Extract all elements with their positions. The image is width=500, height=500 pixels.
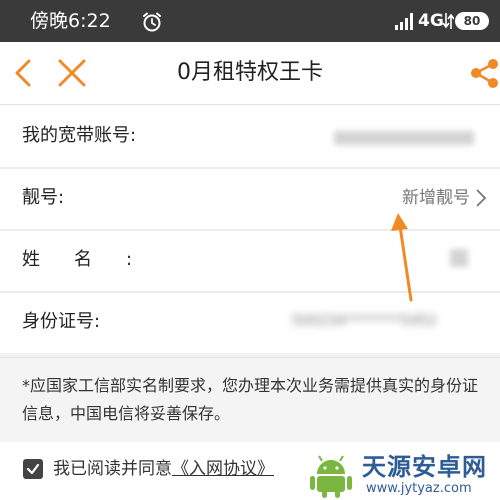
agreement-text: 我已阅读并同意《入网协议》 <box>53 457 274 481</box>
nav-bar: 0月租特权王卡 <box>0 42 500 105</box>
page-title: 0月租特权王卡 <box>177 60 323 85</box>
screen: 傍晚6:22 4G 80 0月租特权王卡 我的宽带账号: 靓号: 新增靓号 姓名… <box>0 0 500 500</box>
share-icon[interactable] <box>466 56 500 90</box>
android-logo-icon <box>310 455 352 498</box>
id-number-value-redacted: 500234********5452 <box>292 313 438 329</box>
account-form: 我的宽带账号: 靓号: 新增靓号 姓名: 身份证号: 500234*******… <box>0 105 500 353</box>
network-type: 4G <box>418 11 444 31</box>
watermark-url: www.jytyaz.com <box>366 481 472 496</box>
notice-text: *应国家工信部实名制要求，您办理本次业务需提供真实的身份证信息，中国电信将妥善保… <box>22 376 479 423</box>
close-icon[interactable] <box>55 56 89 90</box>
network-agreement-link[interactable]: 《入网协议》 <box>172 459 274 479</box>
agreement-prefix: 我已阅读并同意 <box>53 459 172 479</box>
id-number-label: 身份证号: <box>22 311 101 332</box>
status-bar: 傍晚6:22 4G 80 <box>0 0 500 42</box>
status-time: 傍晚6:22 <box>30 10 111 32</box>
pretty-number-row[interactable]: 靓号: 新增靓号 <box>0 167 500 229</box>
name-value-redacted <box>450 249 468 267</box>
watermark: 天源安卓网 www.jytyaz.com <box>300 448 500 500</box>
broadband-account-row: 我的宽带账号: <box>0 105 500 167</box>
signal-icon <box>395 13 413 30</box>
real-name-notice: *应国家工信部实名制要求，您办理本次业务需提供真实的身份证信息，中国电信将妥善保… <box>0 357 500 443</box>
id-number-row: 身份证号: 500234********5452 <box>0 291 500 353</box>
name-label: 姓名: <box>22 249 167 270</box>
pretty-number-label: 靓号: <box>22 187 65 208</box>
chevron-right-icon <box>476 189 487 207</box>
chevron-left-icon[interactable] <box>8 56 42 90</box>
battery-level: 80 <box>463 14 481 28</box>
alarm-clock-icon <box>143 12 161 32</box>
wifi-icon <box>442 13 454 29</box>
battery-indicator: 80 <box>455 12 489 30</box>
broadband-account-label: 我的宽带账号: <box>22 125 137 146</box>
name-row: 姓名: <box>0 229 500 291</box>
checkbox-checked-icon <box>26 463 40 475</box>
broadband-account-value-redacted <box>334 131 474 145</box>
add-pretty-number-link[interactable]: 新增靓号 <box>402 185 470 211</box>
watermark-title: 天源安卓网 <box>362 453 487 481</box>
agreement-checkbox[interactable] <box>23 459 43 479</box>
